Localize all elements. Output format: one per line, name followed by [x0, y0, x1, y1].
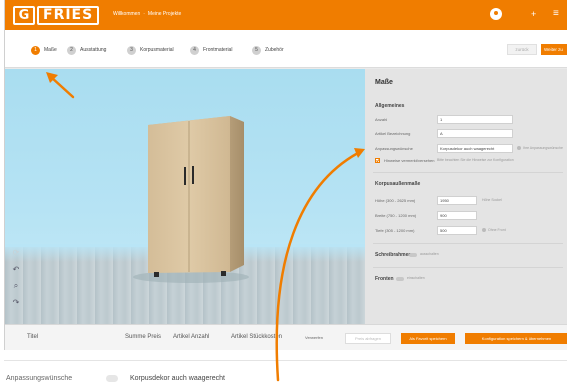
zoom-icon[interactable]: ⌕ — [11, 281, 21, 291]
menu-icon[interactable]: ≡ — [553, 9, 559, 19]
summary-preis: Summe Preis — [125, 334, 162, 340]
artikel-input[interactable]: A — [437, 129, 513, 138]
anpassung-hint-text: Ihre Anpassungswünsche — [523, 146, 563, 150]
plus-icon[interactable]: + — [531, 9, 536, 19]
redo-icon[interactable]: ↷ — [11, 298, 21, 308]
door-handle-right — [192, 166, 194, 184]
hoehe-label: Höhe (300 - 2625 mm) — [375, 198, 416, 203]
zoomed-field: Anpassungswünsche Korpusdekor auch waage… — [0, 360, 567, 385]
tiefe-input[interactable]: 500 — [437, 226, 477, 235]
anzahl-input[interactable]: 1 — [437, 115, 513, 124]
schreibrahmen-toggle[interactable] — [409, 253, 417, 257]
next-button[interactable]: Weiter zu — [541, 44, 567, 55]
cabinet-side — [230, 116, 244, 272]
anpassung-input[interactable]: Korpusdekor auch waagerecht — [437, 144, 513, 153]
undo-icon[interactable]: ↶ — [11, 265, 21, 275]
breadcrumb-separator: · — [143, 11, 145, 17]
screenshot: G FRIES Willkommen · Meine Projekte + ≡ 1 … — [0, 0, 567, 385]
step-label: Ausstattung — [80, 46, 107, 53]
section-allgemeines: Allgemeines — [375, 103, 405, 109]
hinweise-checkbox[interactable] — [375, 158, 380, 163]
anpassung-label: Anpassungswünsche — [375, 146, 413, 151]
price-request-button[interactable]: Preis abfragen — [345, 333, 391, 344]
artikel-label: Artikel Bezeichnung — [375, 131, 411, 136]
step-number: 3 — [127, 45, 136, 55]
cabinet-foot — [154, 272, 159, 277]
avatar-icon[interactable] — [490, 8, 502, 20]
tiefe-label: Tiefe (305 - 1200 mm) — [375, 228, 415, 233]
panel-title: Maße — [375, 79, 393, 86]
discard-button[interactable]: Verwerfen — [305, 335, 323, 340]
hoehe-input[interactable]: 1950 — [437, 196, 477, 205]
step-label: Korpusmaterial — [140, 46, 174, 53]
step-frontmaterial[interactable]: 4 Frontmaterial — [190, 45, 232, 55]
save-favorite-button[interactable]: Als Favorit speichern — [401, 333, 455, 344]
section-fronten: Fronten — [375, 276, 394, 282]
zoomed-value: Korpusdekor auch waagerecht — [130, 375, 225, 382]
section-divider — [373, 243, 563, 244]
summary-stueckkosten: Artikel Stückkosten — [231, 334, 283, 340]
door-handle-left — [184, 167, 186, 185]
zoomed-info-icon — [106, 375, 118, 382]
step-number: 5 — [252, 45, 261, 55]
logo[interactable]: G FRIES — [13, 6, 100, 25]
breadcrumb-item-projects[interactable]: Meine Projekte — [148, 11, 181, 17]
section-divider — [373, 267, 563, 268]
wardrobe-model[interactable] — [5, 69, 365, 324]
breite-input[interactable]: 900 — [437, 211, 477, 220]
configurator-app: G FRIES Willkommen · Meine Projekte + ≡ 1 … — [4, 0, 567, 350]
brand-name: FRIES — [37, 6, 100, 25]
breadcrumb-item-home[interactable]: Willkommen — [113, 11, 140, 17]
summary-bar: Titel Summe Preis Artikel Anzahl Artikel… — [5, 324, 567, 350]
config-panel: Maße Allgemeines Anzahl 1 Artikel Bezeic… — [365, 69, 567, 324]
schreibrahmen-hint: ausschalten — [420, 252, 439, 256]
step-number: 4 — [190, 45, 199, 55]
section-korpus: Korpusaußenmaße — [375, 181, 421, 187]
step-label: Frontmaterial — [203, 46, 233, 53]
step-korpusmaterial[interactable]: 3 Korpusmaterial — [127, 45, 174, 55]
section-schreibrahmen: Schreibrahmen — [375, 252, 412, 258]
zoomed-divider — [4, 360, 567, 361]
info-icon — [517, 146, 521, 151]
back-button[interactable]: zurück — [507, 44, 537, 55]
info-icon — [482, 228, 486, 233]
logo-icon: G — [13, 6, 35, 25]
step-label: Zubehör — [265, 46, 284, 53]
step-ausstattung[interactable]: 2 Ausstattung — [67, 45, 106, 55]
hinweise-label: Hinweise vermerkt/versehen — [384, 158, 435, 163]
zoomed-label: Anpassungswünsche — [6, 375, 73, 382]
steps-bar: 1 Maße 2 Ausstattung 3 Korpusmaterial 4 … — [5, 30, 567, 68]
step-label: Maße — [44, 46, 57, 53]
fronten-toggle[interactable] — [396, 277, 404, 281]
breadcrumb: Willkommen · Meine Projekte — [113, 10, 181, 19]
summary-anzahl: Artikel Anzahl — [173, 334, 210, 340]
summary-titel: Titel — [27, 334, 39, 340]
hoehe-hint: Höhe Sockel — [482, 198, 502, 202]
anpassung-hint: Ihre Anpassungswünsche — [517, 144, 563, 153]
3d-viewport[interactable]: ⟳ ↶ ⌕ ↷ — [5, 69, 365, 324]
save-config-button[interactable]: Konfiguration speichern & übernehmen — [465, 333, 567, 344]
fronten-hint: einschalten — [407, 276, 425, 280]
step-number: 1 — [31, 45, 40, 55]
anzahl-label: Anzahl — [375, 117, 388, 122]
rotate-icon[interactable]: ⟳ — [11, 248, 21, 258]
hinweise-hint: Bitte beachten Sie die Hinweise zur Konf… — [437, 158, 514, 162]
tiefe-hint-text: Ohne Front — [488, 228, 506, 232]
cabinet-foot — [221, 271, 226, 276]
section-divider — [373, 172, 563, 173]
step-number: 2 — [67, 45, 76, 55]
breite-label: Breite (750 - 1200 mm) — [375, 213, 417, 218]
step-zubehoer[interactable]: 5 Zubehör — [252, 45, 284, 55]
tiefe-hint: Ohne Front — [482, 226, 506, 235]
top-bar: G FRIES Willkommen · Meine Projekte + ≡ — [5, 0, 567, 30]
step-masse[interactable]: 1 Maße — [31, 45, 57, 55]
